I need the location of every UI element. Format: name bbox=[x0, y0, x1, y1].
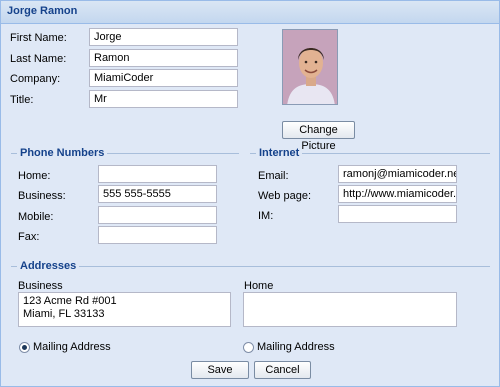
web-page-field[interactable]: http://www.miamicoder.co bbox=[338, 185, 457, 203]
mobile-phone-field[interactable] bbox=[98, 206, 217, 224]
business-phone-field[interactable]: 555 555-5555 bbox=[98, 185, 217, 203]
business-address-line-2: Miami, FL 33133 bbox=[23, 308, 105, 320]
business-address-textarea[interactable]: 123 Acme Rd #001 Miami, FL 33133 bbox=[18, 292, 231, 327]
web-page-label: Web page: bbox=[258, 190, 312, 202]
mobile-phone-label: Mobile: bbox=[18, 211, 54, 223]
fax-field[interactable] bbox=[98, 226, 217, 244]
mailing-address-business-label: Mailing Address bbox=[33, 341, 111, 353]
window-titlebar: Jorge Ramon bbox=[1, 1, 499, 24]
email-label: Email: bbox=[258, 170, 289, 182]
internet-legend: Internet bbox=[256, 147, 303, 159]
mailing-address-business-radio[interactable] bbox=[19, 342, 30, 353]
mailing-address-home-label: Mailing Address bbox=[257, 341, 335, 353]
last-name-field[interactable]: Ramon bbox=[89, 49, 238, 67]
person-portrait-icon bbox=[283, 30, 337, 104]
addresses-divider bbox=[11, 266, 490, 267]
addresses-legend: Addresses bbox=[17, 260, 80, 272]
business-address-line-1: 123 Acme Rd #001 bbox=[23, 295, 117, 307]
company-field[interactable]: MiamiCoder bbox=[89, 69, 238, 87]
home-phone-field[interactable] bbox=[98, 165, 217, 183]
home-address-textarea[interactable] bbox=[243, 292, 457, 327]
email-field[interactable]: ramonj@miamicoder.net bbox=[338, 165, 457, 183]
first-name-label: First Name: bbox=[10, 32, 67, 44]
title-field[interactable]: Mr bbox=[89, 90, 238, 108]
company-label: Company: bbox=[10, 73, 61, 85]
business-address-label: Business bbox=[18, 280, 63, 292]
cancel-button[interactable]: Cancel bbox=[254, 361, 311, 379]
home-address-label: Home bbox=[244, 280, 274, 292]
contact-window: Jorge Ramon First Name: Jorge Last Name:… bbox=[0, 0, 500, 387]
phone-numbers-legend: Phone Numbers bbox=[17, 147, 108, 159]
contact-photo bbox=[282, 29, 338, 105]
change-picture-button[interactable]: Change Picture bbox=[282, 121, 355, 152]
fax-label: Fax: bbox=[18, 231, 40, 243]
business-phone-label: Business: bbox=[18, 190, 66, 202]
radio-selected-dot bbox=[22, 345, 27, 350]
window-title: Jorge Ramon bbox=[7, 5, 78, 17]
im-label: IM: bbox=[258, 210, 274, 222]
save-button[interactable]: Save bbox=[191, 361, 249, 379]
im-field[interactable] bbox=[338, 205, 457, 223]
last-name-label: Last Name: bbox=[10, 53, 67, 65]
first-name-field[interactable]: Jorge bbox=[89, 28, 238, 46]
mailing-address-home-radio[interactable] bbox=[243, 342, 254, 353]
home-phone-label: Home: bbox=[18, 170, 51, 182]
title-label: Title: bbox=[10, 94, 34, 106]
